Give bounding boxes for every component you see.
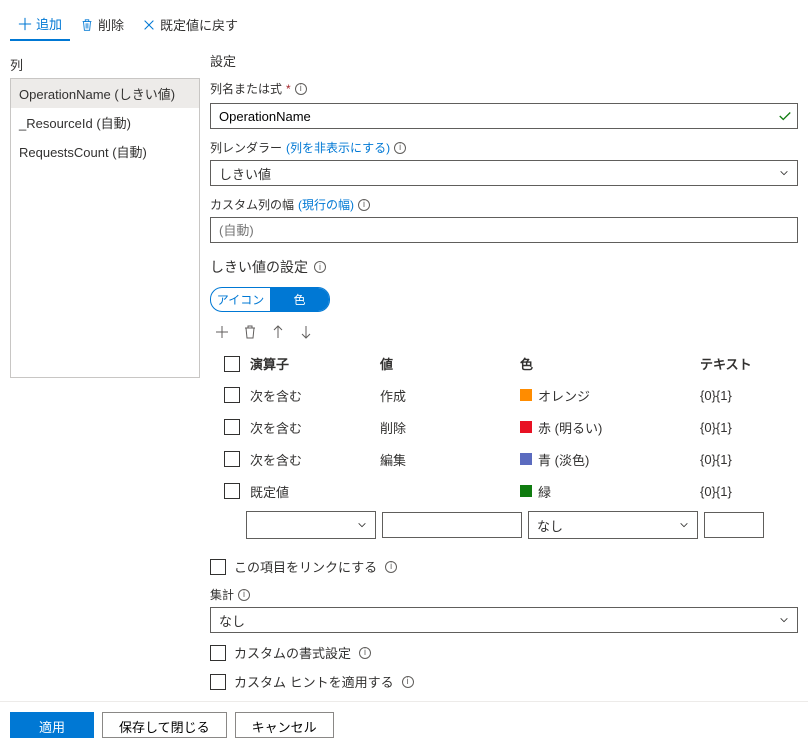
settings-title: 設定 — [210, 51, 798, 70]
add-row-icon[interactable] — [214, 324, 230, 340]
custom-format-label: カスタムの書式設定 — [234, 643, 351, 662]
custom-hint-label: カスタム ヒントを適用する — [234, 672, 394, 691]
row-text: {0}{1} — [700, 452, 760, 467]
reset-button[interactable]: 既定値に戻す — [134, 9, 246, 40]
new-text-input[interactable] — [704, 512, 764, 538]
close-icon — [142, 18, 156, 32]
renderer-value: しきい値 — [219, 164, 271, 183]
row-checkbox[interactable] — [224, 451, 240, 467]
table-row[interactable]: 既定値 緑 {0}{1} — [210, 475, 798, 507]
color-swatch — [520, 485, 532, 497]
list-item[interactable]: RequestsCount (自動) — [11, 137, 199, 166]
row-color-name: 赤 (明るい) — [538, 418, 602, 437]
th-operator-header: 演算子 — [250, 354, 380, 373]
delete-button[interactable]: 削除 — [72, 9, 132, 40]
checkmark-icon — [778, 109, 792, 123]
columns-title: 列 — [10, 51, 200, 78]
chevron-down-icon — [779, 168, 789, 178]
info-icon[interactable]: i — [402, 676, 414, 688]
info-icon[interactable]: i — [359, 647, 371, 659]
top-toolbar: 追加 削除 既定値に戻す — [0, 0, 808, 41]
link-item-checkbox[interactable] — [210, 559, 226, 575]
table-row[interactable]: 次を含む 編集 青 (淡色) {0}{1} — [210, 443, 798, 475]
column-exp-label: 列名または式 — [210, 80, 282, 97]
custom-hint-checkbox[interactable] — [210, 674, 226, 690]
row-text: {0}{1} — [700, 420, 760, 435]
row-operator: 次を含む — [250, 386, 380, 405]
chevron-down-icon — [679, 520, 689, 530]
aggregation-value: なし — [219, 611, 245, 630]
select-all-checkbox[interactable] — [224, 356, 240, 372]
row-text: {0}{1} — [700, 484, 760, 499]
add-label: 追加 — [36, 14, 62, 33]
info-icon[interactable]: i — [385, 561, 397, 573]
footer: 適用 保存して閉じる キャンセル — [0, 701, 808, 748]
table-row[interactable]: 次を含む 作成 オレンジ {0}{1} — [210, 379, 798, 411]
row-value: 編集 — [380, 450, 520, 469]
new-operator-select[interactable] — [246, 511, 376, 539]
aggregation-label: 集計 — [210, 586, 234, 603]
trash-icon — [80, 18, 94, 32]
hide-column-link[interactable]: (列を非表示にする) — [286, 139, 390, 156]
move-up-icon[interactable] — [270, 324, 286, 340]
new-value-input[interactable] — [382, 512, 522, 538]
row-checkbox[interactable] — [224, 387, 240, 403]
row-color-name: 緑 — [538, 482, 551, 501]
move-down-icon[interactable] — [298, 324, 314, 340]
color-swatch — [520, 453, 532, 465]
required-mark: * — [286, 82, 291, 96]
row-value: 作成 — [380, 386, 520, 405]
column-exp-input[interactable] — [210, 103, 798, 129]
toggle-icon-option[interactable]: アイコン — [211, 288, 270, 311]
save-close-button[interactable]: 保存して閉じる — [102, 712, 227, 738]
delete-label: 削除 — [98, 15, 124, 34]
row-operator: 次を含む — [250, 418, 380, 437]
info-icon[interactable]: i — [358, 199, 370, 211]
row-value: 削除 — [380, 418, 520, 437]
link-item-label: この項目をリンクにする — [234, 557, 377, 576]
row-checkbox[interactable] — [224, 483, 240, 499]
info-icon[interactable]: i — [238, 589, 250, 601]
chevron-down-icon — [779, 615, 789, 625]
icon-color-toggle: アイコン 色 — [210, 287, 330, 312]
row-color-name: 青 (淡色) — [538, 450, 589, 469]
chevron-down-icon — [357, 520, 367, 530]
list-item[interactable]: OperationName (しきい値) — [11, 79, 199, 108]
add-button[interactable]: 追加 — [10, 8, 70, 41]
apply-button[interactable]: 適用 — [10, 712, 94, 738]
delete-row-icon[interactable] — [242, 324, 258, 340]
aggregation-select[interactable]: なし — [210, 607, 798, 633]
new-color-select[interactable]: なし — [528, 511, 698, 539]
threshold-title: しきい値の設定 — [210, 257, 308, 277]
info-icon[interactable]: i — [314, 261, 326, 273]
row-color-name: オレンジ — [538, 386, 590, 405]
color-swatch — [520, 389, 532, 401]
width-label: カスタム列の幅 — [210, 196, 294, 213]
row-operator: 既定値 — [250, 482, 380, 501]
row-checkbox[interactable] — [224, 419, 240, 435]
column-list: OperationName (しきい値) _ResourceId (自動) Re… — [10, 78, 200, 378]
toggle-color-option[interactable]: 色 — [270, 288, 329, 311]
width-input[interactable] — [210, 217, 798, 243]
cancel-button[interactable]: キャンセル — [235, 712, 334, 738]
color-swatch — [520, 421, 532, 433]
new-color-value: なし — [537, 516, 563, 535]
plus-icon — [18, 17, 32, 31]
table-row[interactable]: 次を含む 削除 赤 (明るい) {0}{1} — [210, 411, 798, 443]
info-icon[interactable]: i — [394, 142, 406, 154]
row-text: {0}{1} — [700, 388, 760, 403]
info-icon[interactable]: i — [295, 83, 307, 95]
renderer-select[interactable]: しきい値 — [210, 160, 798, 186]
th-value-header: 値 — [380, 354, 520, 373]
th-color-header: 色 — [520, 354, 700, 373]
reset-label: 既定値に戻す — [160, 15, 238, 34]
threshold-table: 演算子 値 色 テキスト 次を含む 作成 オレンジ {0}{1} 次を含む 削除… — [210, 348, 798, 547]
renderer-label: 列レンダラー — [210, 139, 282, 156]
th-text-header: テキスト — [700, 354, 760, 373]
current-width-link[interactable]: (現行の幅) — [298, 196, 354, 213]
list-item[interactable]: _ResourceId (自動) — [11, 108, 199, 137]
row-operator: 次を含む — [250, 450, 380, 469]
custom-format-checkbox[interactable] — [210, 645, 226, 661]
